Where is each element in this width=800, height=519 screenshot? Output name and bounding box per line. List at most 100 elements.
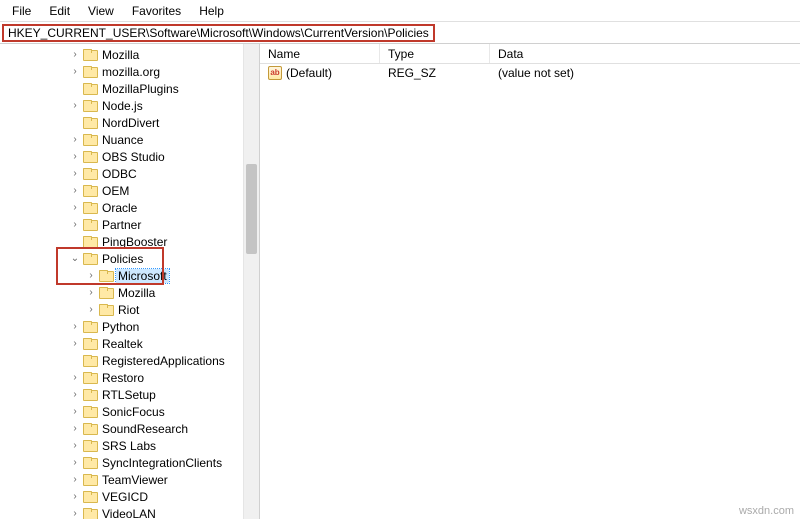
- chevron-right-icon[interactable]: ›: [68, 185, 82, 196]
- menu-help[interactable]: Help: [191, 2, 232, 19]
- tree-item-label: TeamViewer: [100, 473, 170, 487]
- tree-item-label: Policies: [100, 252, 145, 266]
- chevron-right-icon[interactable]: ›: [68, 389, 82, 400]
- chevron-down-icon[interactable]: ⌄: [68, 253, 82, 264]
- chevron-right-icon[interactable]: ›: [68, 100, 82, 111]
- tree-item-label: Mozilla: [116, 286, 157, 300]
- menu-favorites[interactable]: Favorites: [124, 2, 189, 19]
- tree-item[interactable]: › Oracle: [2, 199, 259, 216]
- tree-item[interactable]: ›Microsoft: [2, 267, 259, 284]
- tree-item[interactable]: › SoundResearch: [2, 420, 259, 437]
- folder-icon: [82, 201, 98, 215]
- menu-edit[interactable]: Edit: [41, 2, 78, 19]
- chevron-right-icon[interactable]: ›: [68, 423, 82, 434]
- folder-icon: [82, 456, 98, 470]
- chevron-right-icon[interactable]: ›: [68, 474, 82, 485]
- folder-icon: [82, 82, 98, 96]
- tree-item[interactable]: › Realtek: [2, 335, 259, 352]
- column-header-type[interactable]: Type: [380, 44, 490, 63]
- column-header-data[interactable]: Data: [490, 44, 800, 63]
- folder-icon: [98, 286, 114, 300]
- tree-item[interactable]: › Mozilla: [2, 46, 259, 63]
- folder-icon: [98, 303, 114, 317]
- tree-item[interactable]: PingBooster: [2, 233, 259, 250]
- tree-item-label: Mozilla: [100, 48, 141, 62]
- tree-item[interactable]: ⌄ Policies: [2, 250, 259, 267]
- tree-item[interactable]: › OEM: [2, 182, 259, 199]
- chevron-right-icon[interactable]: ›: [68, 508, 82, 519]
- chevron-right-icon[interactable]: ›: [68, 457, 82, 468]
- chevron-right-icon[interactable]: ›: [68, 406, 82, 417]
- tree-item[interactable]: ›ODBC: [2, 165, 259, 182]
- folder-icon: [82, 65, 98, 79]
- chevron-right-icon[interactable]: ›: [68, 372, 82, 383]
- folder-icon: [82, 133, 98, 147]
- tree-item[interactable]: › SRS Labs: [2, 437, 259, 454]
- folder-icon: [82, 388, 98, 402]
- values-pane: Name Type Data ab(Default)REG_SZ(value n…: [260, 44, 800, 519]
- tree-item[interactable]: NordDivert: [2, 114, 259, 131]
- folder-icon: [82, 48, 98, 62]
- tree-item[interactable]: › TeamViewer: [2, 471, 259, 488]
- chevron-right-icon[interactable]: ›: [68, 66, 82, 77]
- tree-item[interactable]: ›Python: [2, 318, 259, 335]
- tree-item-label: Oracle: [100, 201, 139, 215]
- registry-tree[interactable]: ›Mozilla›mozilla.orgMozillaPlugins›Node.…: [0, 44, 259, 519]
- tree-item-label: SyncIntegrationClients: [100, 456, 224, 470]
- folder-icon: [82, 405, 98, 419]
- folder-icon: [82, 167, 98, 181]
- tree-scrollbar-thumb[interactable]: [246, 164, 257, 254]
- menu-file[interactable]: File: [4, 2, 39, 19]
- tree-item[interactable]: › OBS Studio: [2, 148, 259, 165]
- chevron-right-icon[interactable]: ›: [68, 49, 82, 60]
- chevron-right-icon[interactable]: ›: [68, 491, 82, 502]
- tree-item[interactable]: › Mozilla: [2, 284, 259, 301]
- tree-item[interactable]: ›mozilla.org: [2, 63, 259, 80]
- folder-icon: [82, 218, 98, 232]
- chevron-right-icon[interactable]: ›: [84, 270, 98, 281]
- chevron-right-icon[interactable]: ›: [68, 219, 82, 230]
- tree-item-label: OBS Studio: [100, 150, 167, 164]
- folder-icon: [82, 184, 98, 198]
- tree-item-label: Realtek: [100, 337, 145, 351]
- tree-item[interactable]: ›RTLSetup: [2, 386, 259, 403]
- tree-scrollbar[interactable]: [243, 44, 259, 519]
- chevron-right-icon[interactable]: ›: [68, 151, 82, 162]
- tree-item[interactable]: ›Nuance: [2, 131, 259, 148]
- tree-item[interactable]: ›SonicFocus: [2, 403, 259, 420]
- regedit-window: File Edit View Favorites Help HKEY_CURRE…: [0, 0, 800, 519]
- tree-item[interactable]: RegisteredApplications: [2, 352, 259, 369]
- values-list: ab(Default)REG_SZ(value not set): [260, 64, 800, 82]
- chevron-right-icon[interactable]: ›: [84, 304, 98, 315]
- tree-item-label: PingBooster: [100, 235, 169, 249]
- folder-icon: [82, 235, 98, 249]
- tree-item-label: Node.js: [100, 99, 145, 113]
- chevron-right-icon[interactable]: ›: [84, 287, 98, 298]
- tree-item[interactable]: ›VideoLAN: [2, 505, 259, 519]
- column-header-name[interactable]: Name: [260, 44, 380, 63]
- folder-icon: [82, 150, 98, 164]
- tree-item[interactable]: › SyncIntegrationClients: [2, 454, 259, 471]
- chevron-right-icon[interactable]: ›: [68, 440, 82, 451]
- chevron-right-icon[interactable]: ›: [68, 134, 82, 145]
- menu-view[interactable]: View: [80, 2, 122, 19]
- content-area: ›Mozilla›mozilla.orgMozillaPlugins›Node.…: [0, 44, 800, 519]
- chevron-right-icon[interactable]: ›: [68, 168, 82, 179]
- tree-item-label: OEM: [100, 184, 131, 198]
- value-name-cell: ab(Default): [260, 66, 380, 80]
- tree-item-label: NordDivert: [100, 116, 161, 130]
- tree-item[interactable]: ›Partner: [2, 216, 259, 233]
- menubar: File Edit View Favorites Help: [0, 0, 800, 22]
- addressbar[interactable]: HKEY_CURRENT_USER\Software\Microsoft\Win…: [2, 24, 435, 42]
- tree-item[interactable]: ›Riot: [2, 301, 259, 318]
- value-row[interactable]: ab(Default)REG_SZ(value not set): [260, 64, 800, 82]
- chevron-right-icon[interactable]: ›: [68, 202, 82, 213]
- tree-item[interactable]: ›Restoro: [2, 369, 259, 386]
- tree-item-label: SRS Labs: [100, 439, 158, 453]
- chevron-right-icon[interactable]: ›: [68, 321, 82, 332]
- chevron-right-icon[interactable]: ›: [68, 338, 82, 349]
- tree-item[interactable]: ›VEGICD: [2, 488, 259, 505]
- tree-item[interactable]: MozillaPlugins: [2, 80, 259, 97]
- tree-item-label: SoundResearch: [100, 422, 190, 436]
- tree-item[interactable]: › Node.js: [2, 97, 259, 114]
